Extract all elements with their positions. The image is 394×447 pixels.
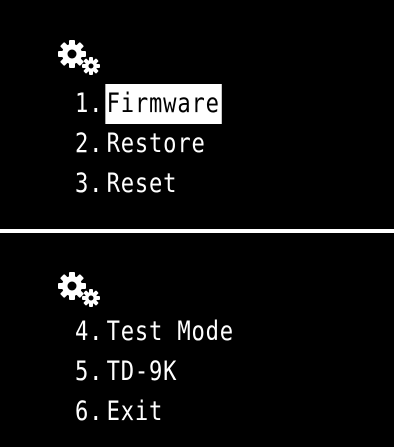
menu-item-number: 4.: [75, 316, 104, 347]
menu-item-label: Reset: [106, 168, 178, 199]
menu-item-test-mode[interactable]: 4. Test Mode: [75, 312, 236, 352]
menu-screen-bottom: 4. Test Mode 5. TD-9K 6. Exit: [0, 233, 394, 447]
menu-item-restore[interactable]: 2. Restore: [75, 124, 221, 164]
menu-item-label: Restore: [106, 128, 206, 159]
menu-item-label: Test Mode: [106, 316, 234, 347]
menu-item-number: 5.: [75, 356, 104, 387]
gears-icon: [58, 40, 100, 75]
menu-item-number: 3.: [75, 168, 104, 199]
menu-item-exit[interactable]: 6. Exit: [75, 392, 236, 432]
menu-item-td-9k[interactable]: 5. TD-9K: [75, 352, 236, 392]
menu-item-label: TD-9K: [106, 356, 178, 387]
menu-item-label: Firmware: [104, 84, 222, 124]
menu-item-number: 6.: [75, 396, 104, 427]
gears-icon: [58, 272, 100, 307]
menu-item-firmware[interactable]: 1. Firmware: [75, 84, 222, 124]
menu-item-reset[interactable]: 3. Reset: [75, 164, 221, 204]
menu-item-label: Exit: [106, 396, 164, 427]
menu-list-bottom: 4. Test Mode 5. TD-9K 6. Exit: [75, 312, 271, 432]
menu-list-top: 1. Firmware 2. Restore 3. Reset: [75, 84, 254, 204]
menu-item-number: 2.: [75, 128, 104, 159]
menu-screen-top: 1. Firmware 2. Restore 3. Reset: [0, 0, 394, 229]
menu-item-number: 1.: [75, 88, 104, 119]
